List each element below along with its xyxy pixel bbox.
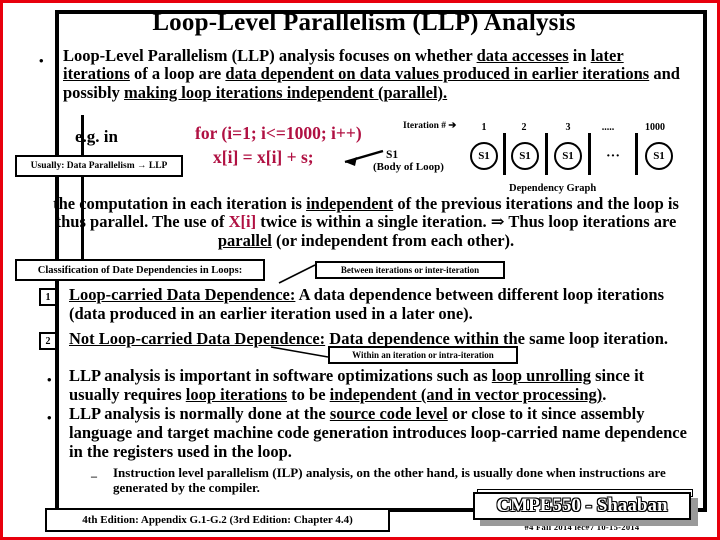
bullet-dot-4: • xyxy=(47,410,52,425)
conclusion-line3-a: ⇒ Thus loop iterations are xyxy=(490,212,677,232)
connector-vertical-usually-top xyxy=(81,115,84,155)
callout-between-iterations: Between iterations or inter-iteration xyxy=(315,261,505,279)
intro-underline-making-independent: making loop iterations independent (para… xyxy=(124,82,448,102)
course-badge-label: CMPE550 - Shaaban xyxy=(496,495,668,516)
s1-label: S1 xyxy=(386,149,399,161)
dependency-nodes-ellipsis: ··· xyxy=(606,149,621,164)
iteration-num-1: 1 xyxy=(481,122,487,133)
conclusion-paragraph: the computation in each iteration is ind… xyxy=(41,194,691,250)
iteration-number-label: Iteration # ➔ xyxy=(403,121,457,131)
iteration-ellipsis-label: ..... xyxy=(601,122,615,133)
usually-data-parallelism-box: Usually: Data Parallelism → LLP xyxy=(15,155,183,177)
item2-title: Not Loop-carried Data Dependence: xyxy=(69,329,326,348)
iteration-divider-1 xyxy=(503,133,506,175)
dependency-node-3: S1 xyxy=(554,142,582,170)
loop-carried-dependence-item: Loop-carried Data Dependence: A data dep… xyxy=(69,285,684,324)
body-of-loop-label: (Body of Loop) xyxy=(373,161,444,173)
intro-seg-1: Loop-Level Parallelism (LLP) analysis fo… xyxy=(63,46,477,65)
not-loop-carried-dependence-item: Not Loop-carried Data Dependence: Data d… xyxy=(69,329,684,349)
bullet-dot-3: • xyxy=(47,372,52,387)
dependency-node-1000: S1 xyxy=(645,142,673,170)
iteration-divider-3 xyxy=(588,133,591,175)
intro-seg-3: of a loop are xyxy=(129,64,226,84)
slide-canvas: Loop-Level Parallelism (LLP) Analysis • … xyxy=(0,0,720,540)
intro-underline-data-accesses: data accesses xyxy=(476,46,569,65)
iteration-divider-2 xyxy=(545,133,548,175)
iteration-divider-4 xyxy=(635,133,638,175)
conclusion-line2-b: twice is within a single iteration. xyxy=(256,212,487,232)
b3-seg-d: . xyxy=(602,384,607,404)
iteration-num-3: 3 xyxy=(565,122,571,133)
intro-underline-data-dependent: data dependent on data values produced i… xyxy=(225,64,650,84)
callout-line-between xyxy=(278,264,316,284)
sub-bullet-dash: – xyxy=(91,469,97,483)
code-for-line: for (i=1; i<=1000; i++) xyxy=(195,123,362,143)
classification-header-box: Classification of Date Dependencies in L… xyxy=(15,259,265,281)
bullet-dot-intro: • xyxy=(39,53,44,68)
item1-title: Loop-carried Data Dependence: xyxy=(69,285,296,304)
conclusion-underline-independent: independent xyxy=(306,194,394,213)
iteration-num-1000: 1000 xyxy=(645,122,665,133)
b3-seg-c: to be xyxy=(287,384,330,404)
b3-underline-independent-vector: independent (and in vector processing) xyxy=(329,384,603,404)
dependency-node-1: S1 xyxy=(470,142,498,170)
code-body-line: x[i] = x[i] + s; xyxy=(213,147,314,167)
intro-seg-2: in xyxy=(568,46,591,65)
b4-underline-source-code-level: source code level xyxy=(329,404,448,423)
edition-reference-box: 4th Edition: Appendix G.1-G.2 (3rd Editi… xyxy=(45,508,390,532)
connector-vertical-classification xyxy=(81,205,84,259)
conclusion-line1-a: the computation in each iteration is xyxy=(53,194,307,213)
b3-underline-loop-iterations: loop iterations xyxy=(185,384,288,404)
item-number-box-2: 2 xyxy=(39,332,57,350)
dependency-graph-caption: Dependency Graph xyxy=(509,183,597,194)
conclusion-code-xi: X[i] xyxy=(228,212,257,232)
intro-paragraph: Loop-Level Parallelism (LLP) analysis fo… xyxy=(63,46,688,102)
item-number-box-1: 1 xyxy=(39,288,57,306)
conclusion-line1-b: of the previous iterations and the xyxy=(393,194,630,213)
llp-source-code-bullet: LLP analysis is normally done at the sou… xyxy=(69,404,687,461)
dependency-node-2: S1 xyxy=(511,142,539,170)
iteration-num-2: 2 xyxy=(521,122,527,133)
page-title: Loop-Level Parallelism (LLP) Analysis xyxy=(152,9,576,36)
llp-optimizations-bullet: LLP analysis is important in software op… xyxy=(69,366,687,405)
course-badge: CMPE550 - Shaaban xyxy=(473,492,691,520)
conclusion-underline-parallel: parallel xyxy=(217,230,272,250)
conclusion-line3-b: (or independent from each other). xyxy=(271,230,515,250)
b3-underline-loop-unrolling: loop unrolling xyxy=(491,366,591,385)
b4-seg-a: LLP analysis is normally done at the xyxy=(69,404,330,423)
b3-seg-a: LLP analysis is important in software op… xyxy=(69,366,492,385)
item2-text: Data dependence within the same loop ite… xyxy=(325,329,668,348)
